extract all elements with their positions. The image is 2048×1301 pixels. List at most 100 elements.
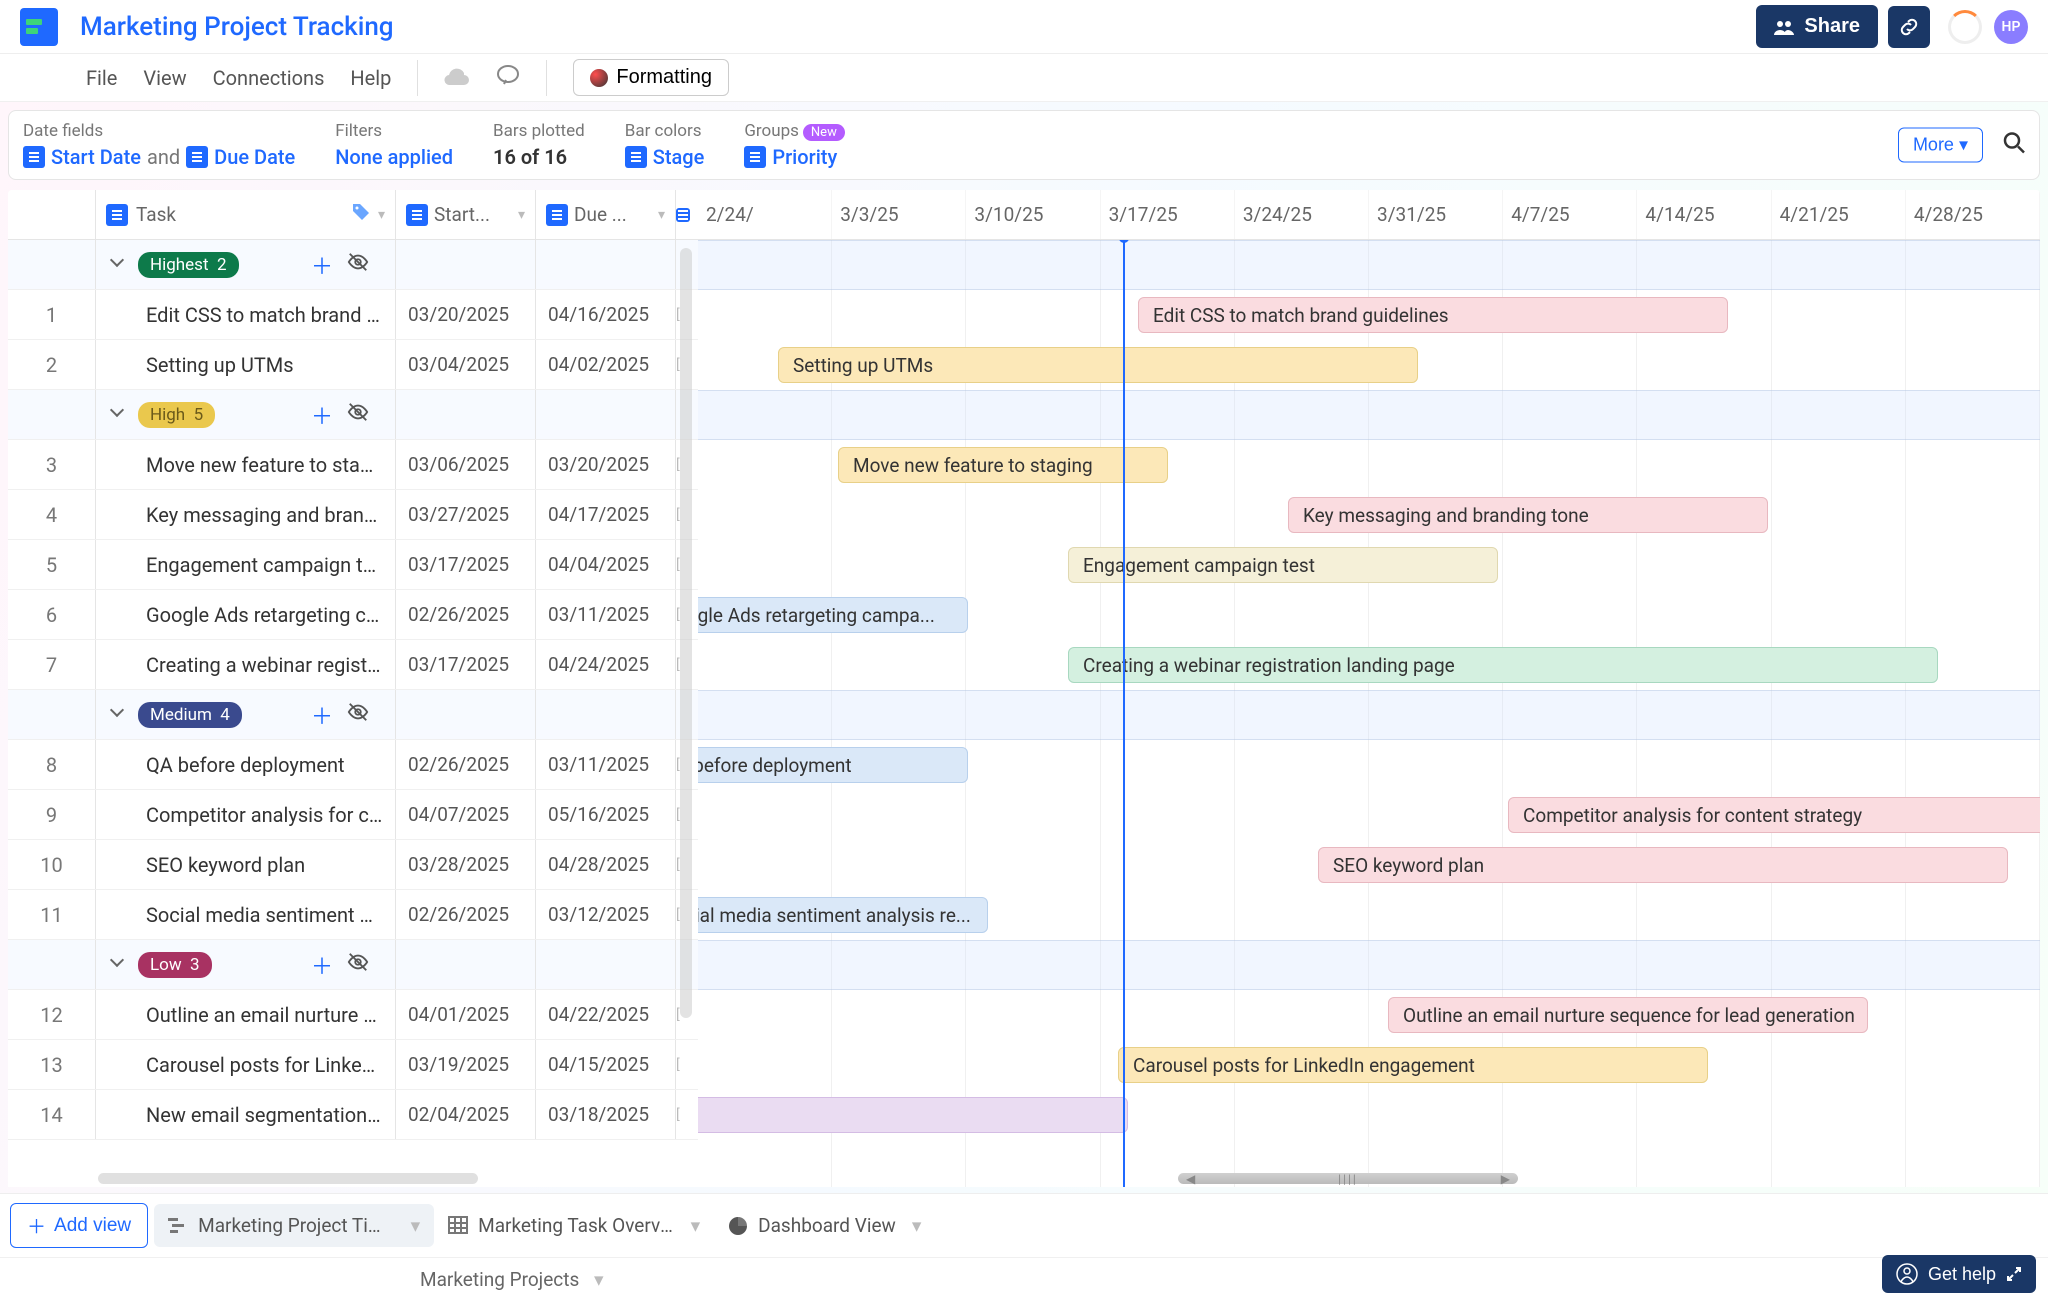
start-date-cell[interactable]: 03/17/2025: [396, 640, 536, 689]
gantt-bar[interactable]: Edit CSS to match brand guidelines: [1138, 297, 1728, 333]
add-view-button[interactable]: ＋ Add view: [10, 1203, 148, 1248]
start-date-cell[interactable]: 03/27/2025: [396, 490, 536, 539]
formatting-button[interactable]: Formatting: [573, 59, 729, 96]
task-cell[interactable]: Key messaging and brandin...: [96, 490, 396, 539]
task-row[interactable]: 2 Setting up UTMs 03/04/2025 04/02/2025 …: [8, 340, 698, 390]
tag-icon[interactable]: [352, 203, 370, 226]
due-date-cell[interactable]: 04/04/2025: [536, 540, 676, 589]
chevron-down-icon[interactable]: [112, 407, 128, 423]
task-cell[interactable]: Carousel posts for LinkedIn...: [96, 1040, 396, 1089]
hide-group-icon[interactable]: [347, 401, 369, 428]
task-cell[interactable]: Competitor analysis for con...: [96, 790, 396, 839]
due-date-cell[interactable]: 04/24/2025: [536, 640, 676, 689]
comment-icon[interactable]: [496, 64, 520, 91]
chevron-down-icon[interactable]: [112, 707, 128, 723]
gantt-bar[interactable]: Key messaging and branding tone: [1288, 497, 1768, 533]
start-column-header[interactable]: Start... ▾: [396, 190, 536, 239]
hide-group-icon[interactable]: [347, 951, 369, 978]
task-cell[interactable]: Social media sentiment anal...: [96, 890, 396, 939]
start-date-cell[interactable]: 03/04/2025: [396, 340, 536, 389]
gantt-bar[interactable]: Competitor analysis for content strategy: [1508, 797, 2040, 833]
due-date-cell[interactable]: 04/15/2025: [536, 1040, 676, 1089]
group-row[interactable]: High 5 ＋: [8, 390, 698, 440]
start-date-cell[interactable]: 03/17/2025: [396, 540, 536, 589]
scroll-left-icon[interactable]: ◀: [1186, 1172, 1195, 1186]
page-title[interactable]: Marketing Project Tracking: [80, 12, 394, 42]
chevron-down-icon[interactable]: ▾: [518, 207, 525, 223]
vertical-scrollbar[interactable]: [680, 248, 692, 1018]
start-date-cell[interactable]: 02/26/2025: [396, 740, 536, 789]
gantt-bar[interactable]: Move new feature to staging: [838, 447, 1168, 483]
task-cell[interactable]: New email segmentation st...: [96, 1090, 396, 1139]
gantt-bar[interactable]: QA before deployment: [698, 747, 968, 783]
chevron-down-icon[interactable]: ▾: [411, 1214, 421, 1237]
task-row[interactable]: 10 SEO keyword plan 03/28/2025 04/28/202…: [8, 840, 698, 890]
task-cell[interactable]: QA before deployment: [96, 740, 396, 789]
add-task-icon[interactable]: ＋: [311, 699, 333, 731]
chevron-down-icon[interactable]: ▾: [658, 207, 665, 223]
task-cell[interactable]: Setting up UTMs: [96, 340, 396, 389]
copy-link-button[interactable]: [1888, 6, 1930, 48]
chevron-down-icon[interactable]: ▾: [378, 207, 385, 223]
task-row[interactable]: 9 Competitor analysis for con... 04/07/2…: [8, 790, 698, 840]
task-cell[interactable]: Creating a webinar registra...: [96, 640, 396, 689]
start-date-cell[interactable]: 04/01/2025: [396, 990, 536, 1039]
due-date-cell[interactable]: 05/16/2025: [536, 790, 676, 839]
add-task-icon[interactable]: ＋: [311, 949, 333, 981]
gantt-bar[interactable]: New email segmentation strat: [698, 1097, 1128, 1133]
view-tab[interactable]: Marketing Project Tim...▾: [154, 1204, 434, 1247]
user-avatar[interactable]: HP: [1994, 10, 2028, 44]
chevron-down-icon[interactable]: [112, 257, 128, 273]
task-column-header[interactable]: Task ▾: [96, 190, 396, 239]
task-row[interactable]: 12 Outline an email nurture se... 04/01/…: [8, 990, 698, 1040]
task-cell[interactable]: Outline an email nurture se...: [96, 990, 396, 1039]
start-date-cell[interactable]: 04/07/2025: [396, 790, 536, 839]
start-date-cell[interactable]: 02/26/2025: [396, 590, 536, 639]
more-button[interactable]: More ▾: [1898, 128, 1983, 163]
due-date-cell[interactable]: 03/20/2025: [536, 440, 676, 489]
task-row[interactable]: 4 Key messaging and brandin... 03/27/202…: [8, 490, 698, 540]
menu-file[interactable]: File: [86, 66, 117, 90]
add-task-icon[interactable]: ＋: [311, 249, 333, 281]
scroll-right-icon[interactable]: ▶: [1501, 1172, 1510, 1186]
share-button[interactable]: Share: [1756, 5, 1878, 48]
task-row[interactable]: 8 QA before deployment 02/26/2025 03/11/…: [8, 740, 698, 790]
app-logo[interactable]: [20, 8, 58, 46]
gantt-bar[interactable]: Outline an email nurture sequence for le…: [1388, 997, 1868, 1033]
cloud-icon[interactable]: [444, 65, 470, 90]
menu-view[interactable]: View: [143, 66, 186, 90]
task-row[interactable]: 11 Social media sentiment anal... 02/26/…: [8, 890, 698, 940]
get-help-button[interactable]: Get help: [1882, 1255, 2036, 1293]
task-cell[interactable]: Google Ads retargeting ca...: [96, 590, 396, 639]
gantt-bar[interactable]: Setting up UTMs: [778, 347, 1418, 383]
gantt-bar[interactable]: Carousel posts for LinkedIn engagement: [1118, 1047, 1708, 1083]
task-row[interactable]: 14 New email segmentation st... 02/04/20…: [8, 1090, 698, 1140]
search-icon[interactable]: [2003, 131, 2025, 159]
due-date-cell[interactable]: 04/28/2025: [536, 840, 676, 889]
due-date-cell[interactable]: 03/11/2025: [536, 740, 676, 789]
group-row[interactable]: Medium 4 ＋: [8, 690, 698, 740]
task-cell[interactable]: Edit CSS to match brand gui...: [96, 290, 396, 339]
start-date-cell[interactable]: 03/19/2025: [396, 1040, 536, 1089]
add-task-icon[interactable]: ＋: [311, 399, 333, 431]
start-date-cell[interactable]: 02/04/2025: [396, 1090, 536, 1139]
start-date-cell[interactable]: 03/28/2025: [396, 840, 536, 889]
start-date-cell[interactable]: 03/20/2025: [396, 290, 536, 339]
group-row[interactable]: Low 3 ＋: [8, 940, 698, 990]
filters-value[interactable]: None applied: [335, 145, 453, 169]
view-tab[interactable]: Marketing Task Overvi...▾: [434, 1204, 714, 1247]
timeline-scrollbar[interactable]: ◀ |||| ▶: [1178, 1173, 1518, 1184]
view-tab[interactable]: Dashboard View▾: [714, 1204, 935, 1247]
chevron-down-icon[interactable]: ▾: [912, 1214, 922, 1237]
task-row[interactable]: 3 Move new feature to staging 03/06/2025…: [8, 440, 698, 490]
task-cell[interactable]: Move new feature to staging: [96, 440, 396, 489]
due-date-cell[interactable]: 04/02/2025: [536, 340, 676, 389]
due-date-cell[interactable]: 03/11/2025: [536, 590, 676, 639]
project-switcher[interactable]: Marketing Projects ▾: [420, 1268, 604, 1291]
menu-help[interactable]: Help: [350, 66, 391, 90]
task-row[interactable]: 1 Edit CSS to match brand gui... 03/20/2…: [8, 290, 698, 340]
menu-connections[interactable]: Connections: [213, 66, 325, 90]
chevron-down-icon[interactable]: [112, 957, 128, 973]
task-row[interactable]: 7 Creating a webinar registra... 03/17/2…: [8, 640, 698, 690]
bar-colors-value[interactable]: Stage: [653, 145, 705, 169]
